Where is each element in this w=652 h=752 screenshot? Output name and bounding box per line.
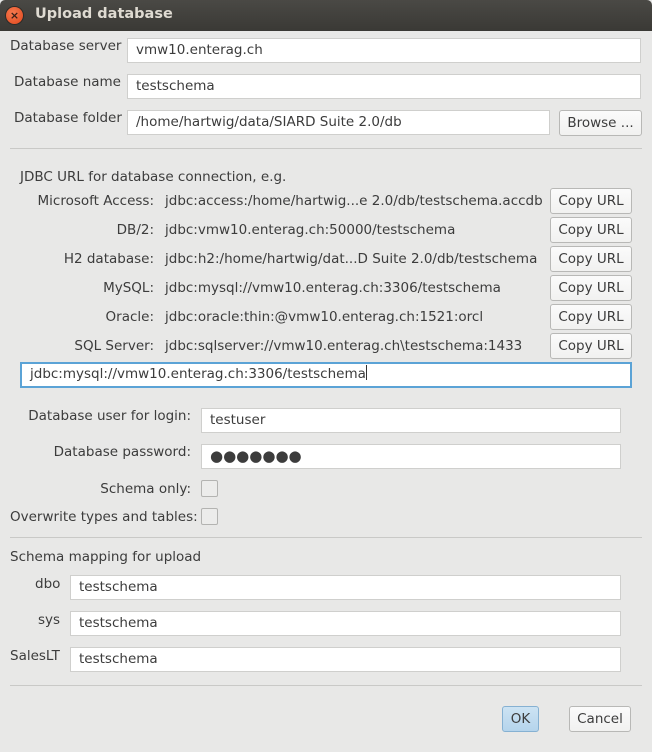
jdbc-url-input[interactable]: jdbc:mysql://vmw10.enterag.ch:3306/tests… (20, 362, 632, 388)
jdbc-label-h2: H2 database: (63, 251, 154, 267)
copy-url-button-sqlserver[interactable]: Copy URL (550, 333, 632, 359)
database-server-label: Database server (10, 38, 122, 54)
jdbc-label-access: Microsoft Access: (37, 193, 155, 209)
ok-button[interactable]: OK (502, 706, 539, 732)
database-name-field[interactable]: testschema (127, 74, 641, 99)
database-password-label: Database password: (53, 444, 191, 460)
copy-url-button-h2[interactable]: Copy URL (550, 246, 632, 272)
schema-only-label: Schema only: (100, 481, 191, 497)
jdbc-url-input-value: jdbc:mysql://vmw10.enterag.ch:3306/tests… (30, 366, 366, 382)
copy-url-button-access[interactable]: Copy URL (550, 188, 632, 214)
database-folder-field[interactable]: /home/hartwig/data/SIARD Suite 2.0/db (127, 110, 550, 135)
jdbc-url-h2: jdbc:h2:/home/hartwig/dat...D Suite 2.0/… (165, 251, 538, 267)
mapping-schema-dbo: dbo (35, 576, 61, 592)
browse-button[interactable]: Browse ... (559, 110, 642, 136)
mapping-target-sys[interactable]: testschema (70, 611, 621, 636)
jdbc-label-db2: DB/2: (116, 222, 154, 238)
overwrite-checkbox[interactable] (201, 508, 218, 525)
mapping-schema-saleslt: SalesLT (10, 648, 60, 664)
text-cursor (365, 365, 367, 380)
copy-url-button-mysql[interactable]: Copy URL (550, 275, 632, 301)
jdbc-url-mysql: jdbc:mysql://vmw10.enterag.ch:3306/tests… (165, 280, 501, 296)
separator (10, 537, 642, 538)
mapping-schema-sys: sys (38, 612, 61, 628)
jdbc-label-sqlserver: SQL Server: (74, 338, 154, 354)
jdbc-label-oracle: Oracle: (105, 309, 154, 325)
overwrite-label: Overwrite types and tables: (10, 509, 198, 525)
jdbc-url-db2: jdbc:vmw10.enterag.ch:50000/testschema (165, 222, 456, 238)
schema-mapping-heading: Schema mapping for upload (10, 549, 202, 565)
copy-url-button-oracle[interactable]: Copy URL (550, 304, 632, 330)
database-user-label: Database user for login: (28, 408, 191, 424)
window-title: Upload database (35, 6, 173, 22)
database-user-field[interactable]: testuser (201, 408, 621, 433)
separator (10, 148, 642, 149)
schema-only-checkbox[interactable] (201, 480, 218, 497)
database-server-field[interactable]: vmw10.enterag.ch (127, 38, 641, 63)
jdbc-url-access: jdbc:access:/home/hartwig...e 2.0/db/tes… (165, 193, 543, 209)
jdbc-label-mysql: MySQL: (103, 280, 154, 296)
database-name-label: Database name (14, 74, 121, 90)
window-titlebar: × Upload database (0, 0, 652, 31)
close-icon[interactable]: × (6, 7, 23, 24)
jdbc-url-sqlserver: jdbc:sqlserver://vmw10.enterag.ch\testsc… (165, 338, 523, 354)
database-folder-label: Database folder (14, 110, 122, 126)
mapping-target-saleslt[interactable]: testschema (70, 647, 621, 672)
jdbc-heading: JDBC URL for database connection, e.g. (20, 169, 287, 185)
database-password-field[interactable]: ●●●●●●● (201, 444, 621, 469)
copy-url-button-db2[interactable]: Copy URL (550, 217, 632, 243)
separator (10, 685, 642, 686)
mapping-target-dbo[interactable]: testschema (70, 575, 621, 600)
jdbc-url-oracle: jdbc:oracle:thin:@vmw10.enterag.ch:1521:… (165, 309, 484, 325)
cancel-button[interactable]: Cancel (569, 706, 631, 732)
